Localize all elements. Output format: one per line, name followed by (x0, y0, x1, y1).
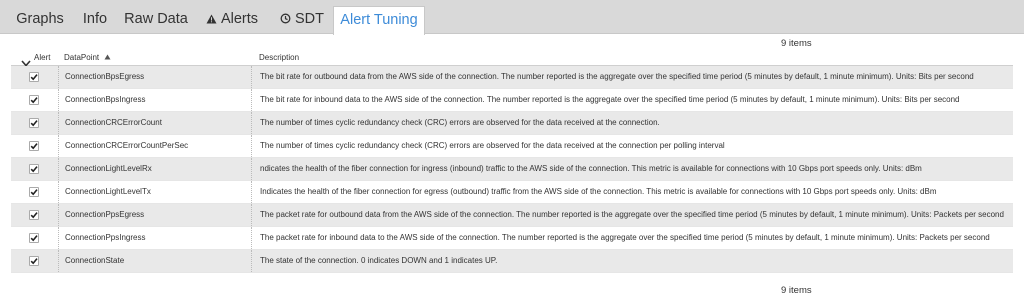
tab-alerts[interactable]: Alerts (200, 6, 264, 34)
datapoint-cell: ConnectionState (58, 250, 251, 272)
tab-alert-tuning[interactable]: Alert Tuning (333, 6, 425, 35)
header-alert: Alert (34, 53, 51, 62)
check-icon (30, 74, 38, 81)
alert-tuning-table: ConnectionBpsEgress The bit rate for outb… (11, 66, 1013, 273)
description-cell: The bit rate for outbound data from the … (251, 66, 1013, 88)
check-icon (30, 143, 38, 150)
item-count-top: 9 items (781, 38, 812, 49)
datapoint-cell: ConnectionLightLevelTx (58, 181, 251, 203)
table-row: ConnectionBpsIngress The bit rate for inb… (11, 89, 1013, 112)
description-cell: The bit rate for inbound data to the AWS… (251, 89, 1013, 111)
alert-checkbox[interactable] (29, 233, 39, 243)
alert-checkbox[interactable] (29, 118, 39, 128)
check-icon (30, 189, 38, 196)
alert-cell (11, 135, 58, 157)
description-cell: The packet rate for inbound data to the … (251, 227, 1013, 249)
sort-ascending-icon (104, 50, 111, 66)
check-icon (30, 212, 38, 219)
warning-icon (206, 7, 217, 33)
datapoint-cell: ConnectionPpsIngress (58, 227, 251, 249)
alert-cell (11, 112, 58, 134)
alert-cell (11, 181, 58, 203)
alert-cell (11, 66, 58, 88)
tab-raw-data[interactable]: Raw Data (120, 6, 192, 34)
check-icon (30, 166, 38, 173)
alert-cell (11, 89, 58, 111)
alert-cell (11, 158, 58, 180)
tab-graphs-label: Graphs (16, 11, 64, 27)
table-row: ConnectionLightLevelRx ndicates the healt… (11, 158, 1013, 181)
table-row: ConnectionPpsEgress The packet rate for o… (11, 204, 1013, 227)
table-row: ConnectionLightLevelTx Indicates the heal… (11, 181, 1013, 204)
alert-checkbox[interactable] (29, 187, 39, 197)
datapoint-cell: ConnectionCRCErrorCountPerSec (58, 135, 251, 157)
alert-checkbox[interactable] (29, 256, 39, 266)
description-cell: The packet rate for outbound data from t… (251, 204, 1013, 226)
table-header: Alert DataPoint Description (11, 50, 1013, 67)
alert-checkbox[interactable] (29, 210, 39, 220)
datapoint-cell: ConnectionBpsEgress (58, 66, 251, 88)
sdt-clock-icon (280, 7, 291, 33)
check-icon (30, 97, 38, 104)
header-datapoint[interactable]: DataPoint (64, 50, 111, 66)
alert-checkbox[interactable] (29, 72, 39, 82)
description-cell: The state of the connection. 0 indicates… (251, 250, 1013, 272)
table-row: ConnectionCRCErrorCount The number of tim… (11, 112, 1013, 135)
alert-checkbox[interactable] (29, 141, 39, 151)
header-description: Description (259, 53, 300, 62)
tab-info[interactable]: Info (76, 6, 114, 34)
tab-sdt[interactable]: SDT (276, 6, 328, 34)
tab-sdt-label: SDT (295, 11, 324, 27)
table-row: ConnectionCRCErrorCountPerSec The number … (11, 135, 1013, 158)
description-cell: ndicates the health of the fiber connect… (251, 158, 1013, 180)
alert-cell (11, 250, 58, 272)
description-cell: The number of times cyclic redundancy ch… (251, 135, 1013, 157)
datapoint-cell: ConnectionLightLevelRx (58, 158, 251, 180)
description-cell: The number of times cyclic redundancy ch… (251, 112, 1013, 134)
description-cell: Indicates the health of the fiber connec… (251, 181, 1013, 203)
alert-cell (11, 227, 58, 249)
table-row: ConnectionBpsEgress The bit rate for outb… (11, 66, 1013, 89)
table-row: ConnectionState The state of the connecti… (11, 250, 1013, 273)
datapoint-cell: ConnectionCRCErrorCount (58, 112, 251, 134)
tab-alert-tuning-label: Alert Tuning (340, 12, 418, 28)
tab-info-label: Info (82, 11, 108, 27)
datapoint-cell: ConnectionPpsEgress (58, 204, 251, 226)
tab-graphs[interactable]: Graphs (8, 6, 72, 34)
tab-bar: Graphs Info Raw Data Alerts SDT Alert Tu… (0, 0, 1024, 35)
item-count-bottom: 9 items (781, 285, 812, 296)
alert-checkbox[interactable] (29, 95, 39, 105)
alert-checkbox[interactable] (29, 164, 39, 174)
check-icon (30, 258, 38, 265)
check-icon (30, 235, 38, 242)
tab-raw-data-label: Raw Data (124, 11, 188, 27)
header-datapoint-label: DataPoint (64, 53, 100, 62)
alert-cell (11, 204, 58, 226)
tab-alerts-label: Alerts (220, 11, 259, 27)
datapoint-cell: ConnectionBpsIngress (58, 89, 251, 111)
check-icon (30, 120, 38, 127)
table-row: ConnectionPpsIngress The packet rate for … (11, 227, 1013, 250)
